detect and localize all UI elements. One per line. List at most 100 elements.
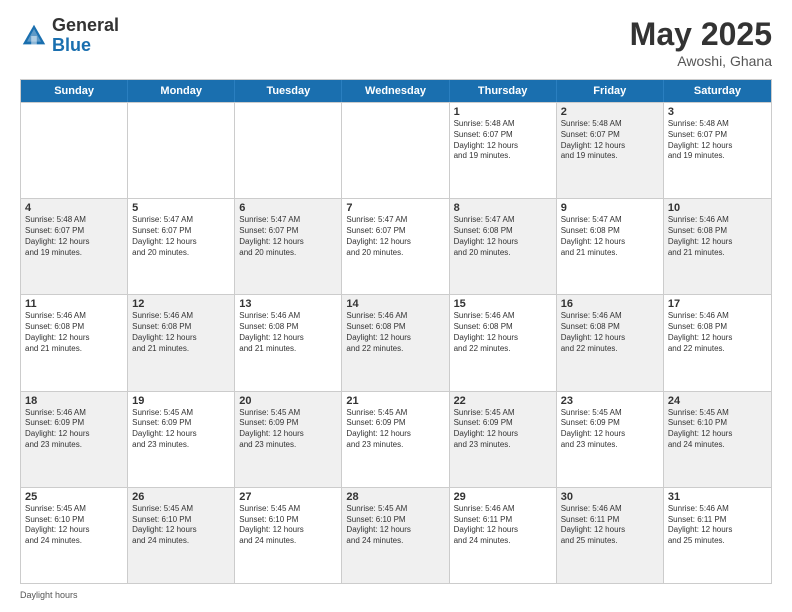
day-info: Sunrise: 5:48 AM Sunset: 6:07 PM Dayligh…	[25, 215, 123, 258]
day-info: Sunrise: 5:46 AM Sunset: 6:11 PM Dayligh…	[561, 504, 659, 547]
day-number: 11	[25, 298, 123, 310]
day-number: 3	[668, 106, 767, 118]
day-info: Sunrise: 5:45 AM Sunset: 6:10 PM Dayligh…	[132, 504, 230, 547]
calendar: SundayMondayTuesdayWednesdayThursdayFrid…	[20, 79, 772, 584]
table-row: 31Sunrise: 5:46 AM Sunset: 6:11 PM Dayli…	[664, 488, 771, 583]
day-number: 29	[454, 491, 552, 503]
table-row: 6Sunrise: 5:47 AM Sunset: 6:07 PM Daylig…	[235, 199, 342, 294]
day-info: Sunrise: 5:45 AM Sunset: 6:09 PM Dayligh…	[454, 408, 552, 451]
day-number: 7	[346, 202, 444, 214]
table-row: 10Sunrise: 5:46 AM Sunset: 6:08 PM Dayli…	[664, 199, 771, 294]
logo-general: General	[52, 15, 119, 35]
day-info: Sunrise: 5:46 AM Sunset: 6:11 PM Dayligh…	[668, 504, 767, 547]
day-info: Sunrise: 5:47 AM Sunset: 6:08 PM Dayligh…	[454, 215, 552, 258]
day-number: 4	[25, 202, 123, 214]
day-info: Sunrise: 5:48 AM Sunset: 6:07 PM Dayligh…	[454, 119, 552, 162]
table-row: 17Sunrise: 5:46 AM Sunset: 6:08 PM Dayli…	[664, 295, 771, 390]
day-number: 28	[346, 491, 444, 503]
table-row: 13Sunrise: 5:46 AM Sunset: 6:08 PM Dayli…	[235, 295, 342, 390]
table-row: 7Sunrise: 5:47 AM Sunset: 6:07 PM Daylig…	[342, 199, 449, 294]
cal-header-cell: Thursday	[450, 80, 557, 102]
table-row: 14Sunrise: 5:46 AM Sunset: 6:08 PM Dayli…	[342, 295, 449, 390]
day-number: 17	[668, 298, 767, 310]
table-row: 16Sunrise: 5:46 AM Sunset: 6:08 PM Dayli…	[557, 295, 664, 390]
day-info: Sunrise: 5:45 AM Sunset: 6:10 PM Dayligh…	[668, 408, 767, 451]
table-row	[128, 103, 235, 198]
page: General Blue May 2025 Awoshi, Ghana Sund…	[0, 0, 792, 612]
logo: General Blue	[20, 16, 119, 56]
table-row: 24Sunrise: 5:45 AM Sunset: 6:10 PM Dayli…	[664, 392, 771, 487]
header: General Blue May 2025 Awoshi, Ghana	[20, 16, 772, 69]
day-info: Sunrise: 5:45 AM Sunset: 6:10 PM Dayligh…	[25, 504, 123, 547]
day-number: 1	[454, 106, 552, 118]
cal-header-cell: Tuesday	[235, 80, 342, 102]
table-row: 28Sunrise: 5:45 AM Sunset: 6:10 PM Dayli…	[342, 488, 449, 583]
table-row: 11Sunrise: 5:46 AM Sunset: 6:08 PM Dayli…	[21, 295, 128, 390]
day-info: Sunrise: 5:46 AM Sunset: 6:08 PM Dayligh…	[668, 311, 767, 354]
day-number: 8	[454, 202, 552, 214]
title-month: May 2025	[630, 16, 772, 53]
day-info: Sunrise: 5:46 AM Sunset: 6:08 PM Dayligh…	[25, 311, 123, 354]
day-info: Sunrise: 5:46 AM Sunset: 6:08 PM Dayligh…	[346, 311, 444, 354]
day-number: 26	[132, 491, 230, 503]
day-number: 19	[132, 395, 230, 407]
day-number: 6	[239, 202, 337, 214]
table-row: 22Sunrise: 5:45 AM Sunset: 6:09 PM Dayli…	[450, 392, 557, 487]
table-row	[235, 103, 342, 198]
day-info: Sunrise: 5:47 AM Sunset: 6:08 PM Dayligh…	[561, 215, 659, 258]
table-row: 20Sunrise: 5:45 AM Sunset: 6:09 PM Dayli…	[235, 392, 342, 487]
day-number: 13	[239, 298, 337, 310]
logo-text: General Blue	[52, 16, 119, 56]
cal-header-cell: Wednesday	[342, 80, 449, 102]
title-block: May 2025 Awoshi, Ghana	[630, 16, 772, 69]
day-number: 16	[561, 298, 659, 310]
day-info: Sunrise: 5:47 AM Sunset: 6:07 PM Dayligh…	[346, 215, 444, 258]
footer: Daylight hours	[20, 590, 772, 600]
table-row: 25Sunrise: 5:45 AM Sunset: 6:10 PM Dayli…	[21, 488, 128, 583]
day-info: Sunrise: 5:45 AM Sunset: 6:09 PM Dayligh…	[346, 408, 444, 451]
calendar-body: 1Sunrise: 5:48 AM Sunset: 6:07 PM Daylig…	[21, 102, 771, 583]
title-location: Awoshi, Ghana	[630, 53, 772, 69]
table-row: 5Sunrise: 5:47 AM Sunset: 6:07 PM Daylig…	[128, 199, 235, 294]
day-number: 15	[454, 298, 552, 310]
table-row: 12Sunrise: 5:46 AM Sunset: 6:08 PM Dayli…	[128, 295, 235, 390]
day-number: 10	[668, 202, 767, 214]
footer-label: Daylight hours	[20, 590, 78, 600]
day-number: 2	[561, 106, 659, 118]
table-row	[342, 103, 449, 198]
day-info: Sunrise: 5:47 AM Sunset: 6:07 PM Dayligh…	[132, 215, 230, 258]
day-number: 18	[25, 395, 123, 407]
table-row: 4Sunrise: 5:48 AM Sunset: 6:07 PM Daylig…	[21, 199, 128, 294]
logo-blue: Blue	[52, 35, 91, 55]
cal-header-cell: Sunday	[21, 80, 128, 102]
day-info: Sunrise: 5:46 AM Sunset: 6:11 PM Dayligh…	[454, 504, 552, 547]
cal-header-cell: Friday	[557, 80, 664, 102]
day-number: 30	[561, 491, 659, 503]
calendar-row: 1Sunrise: 5:48 AM Sunset: 6:07 PM Daylig…	[21, 102, 771, 198]
logo-icon	[20, 22, 48, 50]
day-number: 24	[668, 395, 767, 407]
day-number: 21	[346, 395, 444, 407]
table-row: 9Sunrise: 5:47 AM Sunset: 6:08 PM Daylig…	[557, 199, 664, 294]
day-info: Sunrise: 5:46 AM Sunset: 6:08 PM Dayligh…	[668, 215, 767, 258]
day-info: Sunrise: 5:45 AM Sunset: 6:09 PM Dayligh…	[132, 408, 230, 451]
day-info: Sunrise: 5:45 AM Sunset: 6:09 PM Dayligh…	[239, 408, 337, 451]
table-row: 2Sunrise: 5:48 AM Sunset: 6:07 PM Daylig…	[557, 103, 664, 198]
table-row: 3Sunrise: 5:48 AM Sunset: 6:07 PM Daylig…	[664, 103, 771, 198]
table-row: 15Sunrise: 5:46 AM Sunset: 6:08 PM Dayli…	[450, 295, 557, 390]
calendar-row: 18Sunrise: 5:46 AM Sunset: 6:09 PM Dayli…	[21, 391, 771, 487]
calendar-row: 25Sunrise: 5:45 AM Sunset: 6:10 PM Dayli…	[21, 487, 771, 583]
day-info: Sunrise: 5:46 AM Sunset: 6:08 PM Dayligh…	[561, 311, 659, 354]
table-row: 8Sunrise: 5:47 AM Sunset: 6:08 PM Daylig…	[450, 199, 557, 294]
table-row: 26Sunrise: 5:45 AM Sunset: 6:10 PM Dayli…	[128, 488, 235, 583]
table-row: 30Sunrise: 5:46 AM Sunset: 6:11 PM Dayli…	[557, 488, 664, 583]
day-number: 14	[346, 298, 444, 310]
table-row: 1Sunrise: 5:48 AM Sunset: 6:07 PM Daylig…	[450, 103, 557, 198]
table-row: 19Sunrise: 5:45 AM Sunset: 6:09 PM Dayli…	[128, 392, 235, 487]
cal-header-cell: Monday	[128, 80, 235, 102]
table-row: 21Sunrise: 5:45 AM Sunset: 6:09 PM Dayli…	[342, 392, 449, 487]
cal-header-cell: Saturday	[664, 80, 771, 102]
day-number: 20	[239, 395, 337, 407]
day-number: 27	[239, 491, 337, 503]
day-info: Sunrise: 5:45 AM Sunset: 6:09 PM Dayligh…	[561, 408, 659, 451]
